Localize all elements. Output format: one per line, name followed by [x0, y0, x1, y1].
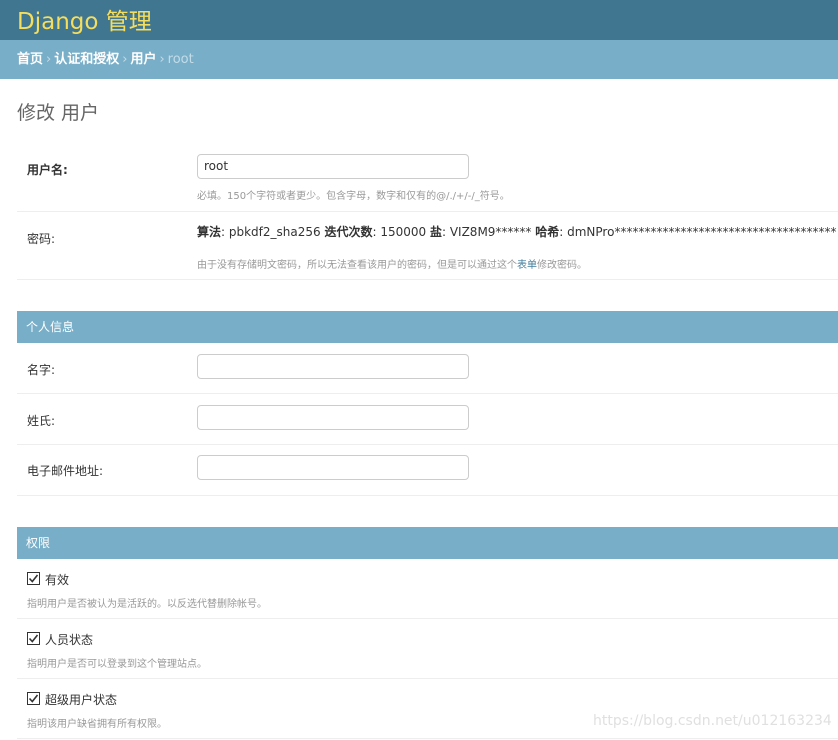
salt-label: 盐 [429, 225, 442, 239]
header-bar: Django 管理 [0, 0, 838, 40]
first-name-input[interactable] [197, 354, 469, 379]
row-divider [17, 618, 838, 619]
password-help-text: 由于没有存储明文密码，所以无法查看该用户的密码，但是可以通过这个 [197, 260, 517, 271]
checkmark-icon [28, 694, 39, 703]
first-name-label: 名字: [27, 363, 56, 377]
is-staff-label: 人员状态 [45, 633, 94, 647]
is-active-checkbox[interactable] [27, 572, 40, 585]
breadcrumb: 首页 › 认证和授权 › 用户 › root [0, 40, 838, 79]
breadcrumb-app[interactable]: 认证和授权 [54, 52, 119, 67]
iterations-value: : 150000 [372, 225, 430, 239]
password-help-text-end: 修改密码。 [537, 260, 587, 271]
last-name-label: 姓氏: [27, 414, 56, 428]
change-password-link[interactable]: 表单 [517, 260, 537, 271]
row-divider [17, 738, 838, 739]
personal-info-title: 个人信息 [26, 320, 75, 334]
password-hash-summary: 算法: pbkdf2_sha256 迭代次数: 150000 盐: VIZ8M9… [197, 223, 836, 240]
breadcrumb-model[interactable]: 用户 [130, 52, 156, 67]
permissions-header: 权限 [17, 527, 838, 559]
algorithm-value: : pbkdf2_sha256 [221, 225, 325, 239]
iterations-label: 迭代次数 [324, 225, 373, 239]
is-superuser-label: 超级用户状态 [45, 693, 118, 707]
hash-label: 哈希 [535, 225, 560, 239]
username-input[interactable] [197, 154, 469, 179]
is-active-help: 指明用户是否被认为是活跃的。以反选代替删除帐号。 [27, 599, 267, 610]
breadcrumb-home[interactable]: 首页 [17, 52, 43, 67]
checkmark-icon [28, 574, 39, 583]
row-divider [17, 678, 838, 679]
password-help: 由于没有存储明文密码，所以无法查看该用户的密码，但是可以通过这个表单修改密码。 [197, 256, 587, 271]
is-active-label: 有效 [45, 573, 70, 587]
username-help: 必填。150个字符或者更少。包含字母，数字和仅有的@/./+/-/_符号。 [197, 191, 510, 202]
is-staff-checkbox[interactable] [27, 632, 40, 645]
row-divider [17, 444, 838, 445]
email-label: 电子邮件地址: [27, 464, 104, 478]
breadcrumb-separator: › [46, 52, 52, 67]
breadcrumb-separator: › [122, 52, 128, 67]
username-label: 用户名: [27, 163, 68, 177]
is-superuser-help: 指明该用户缺省拥有所有权限。 [27, 719, 167, 730]
row-divider [17, 495, 838, 496]
salt-value: : VIZ8M9****** [441, 225, 536, 239]
site-brand[interactable]: Django 管理 [17, 2, 152, 36]
personal-info-header: 个人信息 [17, 311, 838, 343]
hash-value: : dmNPro********************************… [559, 225, 837, 239]
row-divider [17, 211, 838, 212]
row-divider [17, 393, 838, 394]
page-title: 修改 用户 [17, 102, 100, 124]
last-name-input[interactable] [197, 405, 469, 430]
is-superuser-checkbox[interactable] [27, 692, 40, 705]
row-divider [17, 279, 838, 280]
is-staff-help: 指明用户是否可以登录到这个管理站点。 [27, 659, 207, 670]
checkmark-icon [28, 634, 39, 643]
watermark: https://blog.csdn.net/u012163234 [593, 713, 832, 729]
password-label: 密码: [27, 232, 56, 246]
algorithm-label: 算法 [197, 225, 222, 239]
breadcrumb-separator: › [159, 52, 165, 67]
breadcrumb-current: root [167, 52, 194, 67]
email-input[interactable] [197, 455, 469, 480]
permissions-title: 权限 [26, 536, 51, 550]
